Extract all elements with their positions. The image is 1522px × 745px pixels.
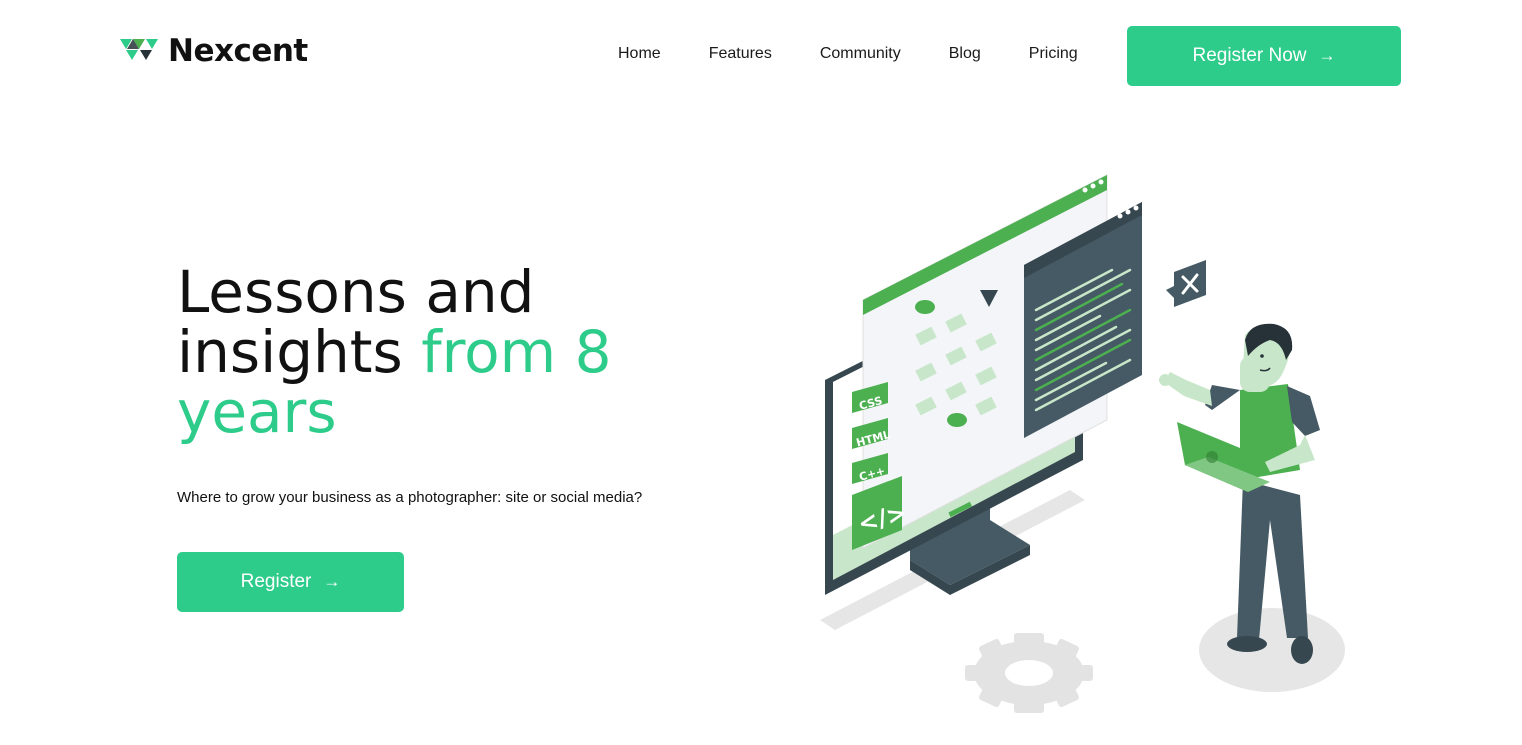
main-nav: Home Features Community Blog Pricing [618,44,1078,64]
hero-title: Lessons and insights from 8 years [177,262,697,442]
developer-illustration: CSS HTML C++ </> [820,174,1345,713]
register-label: Register [240,571,312,592]
person-shadow [1199,608,1345,692]
register-now-label: Register Now [1192,45,1307,66]
register-now-button[interactable]: Register Now → [1127,26,1401,86]
person [1159,323,1320,664]
close-badge-icon [1166,260,1206,307]
site-header: Nexcent Home Features Community Blog Pri… [0,0,1522,110]
nav-blog[interactable]: Blog [949,44,981,64]
nav-features[interactable]: Features [709,44,772,64]
nav-community[interactable]: Community [820,44,901,64]
hero-subtitle: Where to grow your business as a photogr… [177,489,643,506]
nav-home[interactable]: Home [618,44,661,64]
triangle-logo-icon [120,39,158,60]
register-button[interactable]: Register → [177,552,404,612]
brand-name: Nexcent [168,33,308,69]
arrow-right-icon: → [323,572,341,591]
arrow-right-icon: → [1318,46,1336,65]
nav-pricing[interactable]: Pricing [1029,44,1078,64]
gear-icon [965,633,1093,713]
logo[interactable]: Nexcent [120,33,308,69]
